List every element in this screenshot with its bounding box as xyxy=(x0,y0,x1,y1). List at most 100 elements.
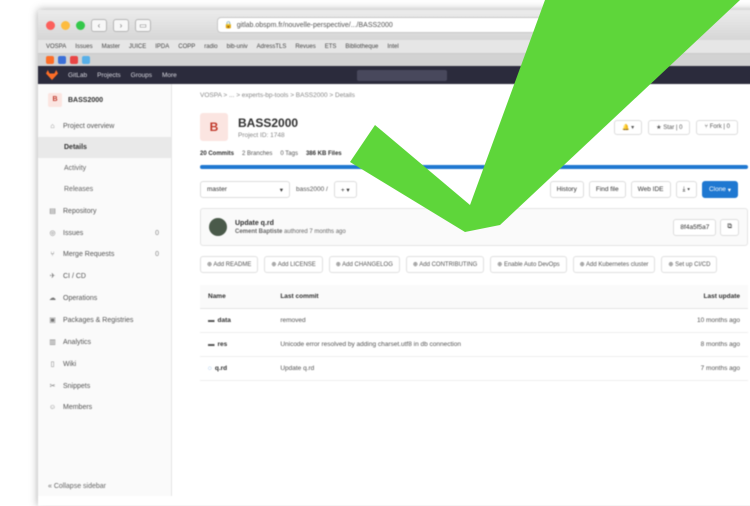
quick-action-button[interactable]: ⊕ Add CONTRIBUTING xyxy=(405,256,485,273)
bookmark-item[interactable]: Bibliotheque xyxy=(345,44,378,50)
commits-stat[interactable]: 20 Commits xyxy=(200,151,234,157)
home-icon: ⌂ xyxy=(50,123,55,130)
users-icon: ☺ xyxy=(48,404,57,411)
bookmark-item[interactable]: Issues xyxy=(75,44,92,50)
web-ide-button[interactable]: Web IDE xyxy=(630,181,671,198)
quick-action-label: Add CHANGELOG xyxy=(342,262,393,268)
book-icon: ▯ xyxy=(50,361,55,368)
bookmark-item[interactable]: JUICE xyxy=(129,44,146,50)
commit-author[interactable]: Cement Baptiste xyxy=(235,229,282,235)
search-input[interactable] xyxy=(356,69,447,81)
bookmark-item[interactable]: VOSPA xyxy=(46,44,66,50)
column-header-last-update: Last update xyxy=(638,285,748,309)
clone-button[interactable]: Clone ▾ xyxy=(701,181,738,198)
bookmark-item[interactable]: Intel xyxy=(387,44,398,50)
bookmark-item[interactable]: radio xyxy=(204,44,217,50)
star-button[interactable]: ★ Star | 0 xyxy=(648,119,691,135)
sidebar-item-members[interactable]: ☺ Members xyxy=(38,397,171,418)
last-commit-cell[interactable]: Update q.rd xyxy=(272,356,639,381)
star-count: 0 xyxy=(679,124,683,131)
commits-count: 20 Commits xyxy=(200,151,235,157)
file-name-cell[interactable]: ▬ res xyxy=(200,332,273,357)
project-id: Project ID: 1748 xyxy=(238,131,285,139)
sidebar-item-label: Analytics xyxy=(63,338,92,346)
lock-icon: 🔒 xyxy=(224,22,233,29)
collapse-sidebar-label: Collapse sidebar xyxy=(53,483,106,490)
find-file-button[interactable]: Find file xyxy=(588,181,626,198)
file-name: q.rd xyxy=(214,365,228,372)
avatar[interactable] xyxy=(209,218,227,236)
quick-action-label: Add Kubernetes cluster xyxy=(586,262,649,268)
last-commit-cell[interactable]: removed xyxy=(272,308,639,333)
tab-icon[interactable] xyxy=(82,56,90,64)
repo-path[interactable]: bass2000 / xyxy=(296,186,328,193)
file-name-cell[interactable]: ◌ q.rd xyxy=(200,356,273,381)
history-button[interactable]: History xyxy=(549,181,584,198)
quick-action-button[interactable]: ⊕ Enable Auto DevOps xyxy=(490,256,567,273)
sidebar-item-operations[interactable]: ☁ Operations xyxy=(38,287,171,309)
table-row[interactable]: ▬ data removed 10 months ago xyxy=(200,308,748,333)
more-menu[interactable]: More xyxy=(162,72,177,79)
quick-action-button[interactable]: ⊕ Add README xyxy=(200,256,259,273)
quick-action-button[interactable]: ⊕ Add CHANGELOG xyxy=(328,256,400,273)
copy-sha-icon[interactable]: ⧉ xyxy=(720,218,739,236)
sidebar-project-name: BASS2000 xyxy=(68,96,104,104)
commit-title[interactable]: Update q.rd xyxy=(235,220,346,227)
tab-icon[interactable] xyxy=(58,56,66,64)
sidebar-item-project-overview[interactable]: ⌂ Project overview xyxy=(38,116,171,137)
sidebar-item-issues[interactable]: ◎ Issues 0 xyxy=(38,222,171,244)
gitlab-tab-icon[interactable] xyxy=(46,56,54,64)
last-commit-cell[interactable]: Unicode error resolved by adding charset… xyxy=(272,332,639,357)
sidebar-item-details[interactable]: Details xyxy=(38,137,171,158)
sidebar-item-repository[interactable]: ▤ Repository xyxy=(38,200,171,222)
add-file-button[interactable]: + ▾ xyxy=(333,181,357,198)
sidebar-toggle-icon[interactable]: ▭ xyxy=(135,18,151,32)
fork-button[interactable]: ⑂ Fork | 0 xyxy=(696,119,738,135)
download-button[interactable]: ⤓ ▾ xyxy=(675,181,697,198)
table-row[interactable]: ▬ res Unicode error resolved by adding cha… xyxy=(200,332,748,357)
bookmark-item[interactable]: bib-univ xyxy=(227,44,248,50)
sidebar-item-merge-requests[interactable]: ⑂ Merge Requests 0 xyxy=(38,244,171,265)
sidebar-project-header[interactable]: B BASS2000 xyxy=(38,84,171,116)
fork-label: Fork xyxy=(709,123,722,130)
minimize-window-icon[interactable] xyxy=(61,20,70,30)
sidebar-item-analytics[interactable]: ▥ Analytics xyxy=(38,331,171,353)
bookmark-item[interactable]: ETS xyxy=(325,44,337,50)
plus-icon: ⊕ xyxy=(497,262,504,268)
sidebar-item-wiki[interactable]: ▯ Wiki xyxy=(38,353,171,375)
collapse-sidebar-button[interactable]: « Collapse sidebar xyxy=(48,483,106,490)
bookmark-item[interactable]: COPP xyxy=(178,44,195,50)
sidebar-item-packages-registries[interactable]: ▣ Packages & Registries xyxy=(38,309,171,331)
branch-select[interactable]: master ▾ xyxy=(200,181,290,198)
bookmark-item[interactable]: AdressTLS xyxy=(257,44,287,50)
sidebar-item-label: Repository xyxy=(63,207,97,215)
breadcrumb[interactable]: VOSPA > ... > experts-bp-tools > BASS200… xyxy=(200,92,748,99)
files-stat: 386 KB Files xyxy=(306,151,342,157)
brand-label[interactable]: GitLab xyxy=(68,72,87,79)
groups-menu[interactable]: Groups xyxy=(131,72,152,79)
close-window-icon[interactable] xyxy=(46,20,55,30)
bookmark-item[interactable]: Master xyxy=(102,44,120,50)
url-bar[interactable]: 🔒 gitlab.obspm.fr/nouvelle-perspective/.… xyxy=(217,17,577,33)
back-button[interactable]: ‹ xyxy=(91,18,107,32)
zoom-window-icon[interactable] xyxy=(76,20,85,30)
quick-action-button[interactable]: ⊕ Set up CI/CD xyxy=(661,256,718,273)
sidebar-item-activity[interactable]: Activity xyxy=(38,158,171,179)
sidebar-item-ci-cd[interactable]: ✈ CI / CD xyxy=(38,265,171,287)
forward-button[interactable]: › xyxy=(113,18,129,32)
sidebar-item-releases[interactable]: Releases xyxy=(38,179,171,200)
notification-button[interactable]: 🔔 ▾ xyxy=(614,119,643,135)
quick-action-button[interactable]: ⊕ Add Kubernetes cluster xyxy=(572,256,656,273)
quick-action-button[interactable]: ⊕ Add LICENSE xyxy=(264,256,323,273)
gitlab-logo-icon[interactable] xyxy=(46,70,58,80)
tags-stat[interactable]: 0 Tags xyxy=(280,151,298,157)
commit-sha[interactable]: 8f4a5f5a7 xyxy=(673,218,717,236)
tab-icon[interactable] xyxy=(70,56,78,64)
branches-stat[interactable]: 2 Branches xyxy=(242,151,272,157)
file-name-cell[interactable]: ▬ data xyxy=(200,308,273,333)
bookmark-item[interactable]: IPDA xyxy=(155,44,169,50)
projects-menu[interactable]: Projects xyxy=(97,72,120,79)
bookmark-item[interactable]: Revues xyxy=(295,44,315,50)
sidebar-item-snippets[interactable]: ✂ Snippets xyxy=(38,375,171,397)
table-row[interactable]: ◌ q.rd Update q.rd 7 months ago xyxy=(200,356,748,381)
